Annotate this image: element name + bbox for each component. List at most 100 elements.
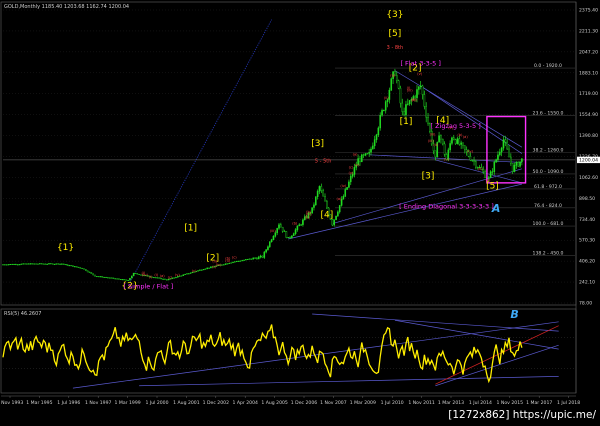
price-tick-label: 242.10	[579, 280, 595, 286]
candle-body	[454, 139, 457, 144]
candle-body	[274, 232, 277, 237]
minor-wave-mark: (ii)	[384, 96, 389, 100]
candle-body	[232, 261, 234, 263]
candle-body	[372, 145, 374, 150]
candle-body	[511, 163, 514, 172]
candle-body	[226, 263, 229, 265]
candle-body	[246, 258, 249, 260]
candle-body	[419, 85, 422, 88]
candle-body	[31, 263, 34, 265]
candle-body	[326, 200, 328, 209]
candle-body	[199, 269, 201, 271]
red-wave-label: 3 - 8th	[387, 45, 403, 51]
candle-body	[165, 279, 168, 281]
candle-body	[112, 277, 115, 279]
candle-body	[77, 266, 80, 268]
candle-body	[125, 279, 128, 281]
candle-body	[50, 263, 52, 265]
minor-wave-mark: (a)	[160, 274, 166, 278]
candle-body	[399, 87, 402, 104]
candle-body	[153, 277, 155, 279]
candle-body	[270, 239, 273, 243]
candle-body	[252, 257, 255, 260]
candle-body	[320, 186, 323, 191]
candle-body	[440, 135, 442, 140]
candle-body	[296, 225, 299, 230]
candle-body	[453, 137, 455, 140]
candle-body	[267, 246, 269, 250]
candle-body	[123, 279, 126, 281]
minor-wave-mark: (ii)	[486, 179, 491, 183]
candle-body	[403, 111, 405, 116]
minor-wave-mark: (c)	[168, 275, 173, 279]
candle-body	[280, 224, 282, 228]
cyan-wave-label: B	[510, 308, 518, 321]
major-wave-label: [1]	[184, 224, 197, 234]
candle-body	[189, 272, 192, 274]
candle-body	[254, 257, 256, 259]
candle-body	[359, 158, 361, 163]
candle-body	[265, 249, 267, 253]
candle-body	[84, 269, 87, 271]
candle-body	[416, 89, 418, 99]
candle-body	[423, 94, 426, 107]
minor-wave-mark: (i)	[412, 98, 416, 102]
candle-body	[22, 263, 25, 265]
candle-body	[7, 264, 10, 266]
candle-body	[39, 263, 41, 265]
candle-body	[418, 86, 420, 90]
candle-body	[237, 260, 240, 262]
candle-body	[162, 278, 164, 280]
candle-body	[515, 161, 518, 166]
candle-body	[94, 274, 96, 277]
candle-body	[519, 161, 521, 167]
candle-body	[289, 237, 291, 239]
candle-body	[405, 104, 407, 116]
candle-body	[425, 106, 428, 118]
candle-body	[287, 237, 290, 239]
candle-body	[342, 196, 345, 200]
candle-body	[62, 263, 65, 265]
candle-body	[70, 265, 72, 267]
candle-body	[202, 269, 205, 271]
candle-body	[333, 219, 336, 226]
candle-body	[456, 138, 459, 144]
candle-body	[370, 148, 372, 153]
minor-wave-mark: (a)	[463, 135, 469, 139]
candle-body	[298, 224, 301, 227]
candle-body	[263, 251, 266, 258]
major-wave-label: [4]	[320, 210, 333, 220]
candle-body	[182, 274, 185, 276]
price-tick-label: 1554.90	[579, 112, 598, 118]
candle-body	[381, 110, 383, 116]
candle-body	[129, 277, 131, 281]
candle-body	[204, 268, 207, 270]
candle-body	[390, 78, 393, 91]
major-wave-label: [1]	[400, 117, 413, 127]
candle-body	[497, 154, 499, 160]
price-tick-label: 734.40	[579, 217, 595, 223]
minor-wave-mark: (a)	[336, 197, 342, 201]
candle-body	[235, 260, 238, 262]
candle-body	[482, 169, 485, 172]
current-price-label: 1200.04	[579, 158, 598, 164]
minor-wave-mark: (ii)	[225, 259, 230, 263]
candle-body	[261, 255, 264, 258]
candle-body	[68, 265, 71, 267]
time-tick-label: 1 Nov 1993	[0, 400, 23, 406]
candle-body	[313, 204, 315, 208]
candle-body	[257, 256, 260, 260]
chart-canvas: 0.0 - 1920.0 23.6 - 1550.0 38.2 - 1260.0 50…	[0, 0, 600, 426]
candle-body	[395, 75, 398, 81]
candle-body	[156, 277, 159, 279]
candle-body	[164, 278, 166, 280]
candle-body	[294, 229, 297, 234]
candle-body	[491, 171, 494, 173]
candle-body	[241, 260, 244, 262]
candle-body	[59, 263, 61, 265]
candle-body	[42, 263, 45, 265]
time-tick-label: 1 Aug 2001	[173, 400, 200, 406]
candle-body	[81, 267, 83, 269]
candle-body	[338, 205, 341, 213]
candle-body	[105, 277, 107, 279]
